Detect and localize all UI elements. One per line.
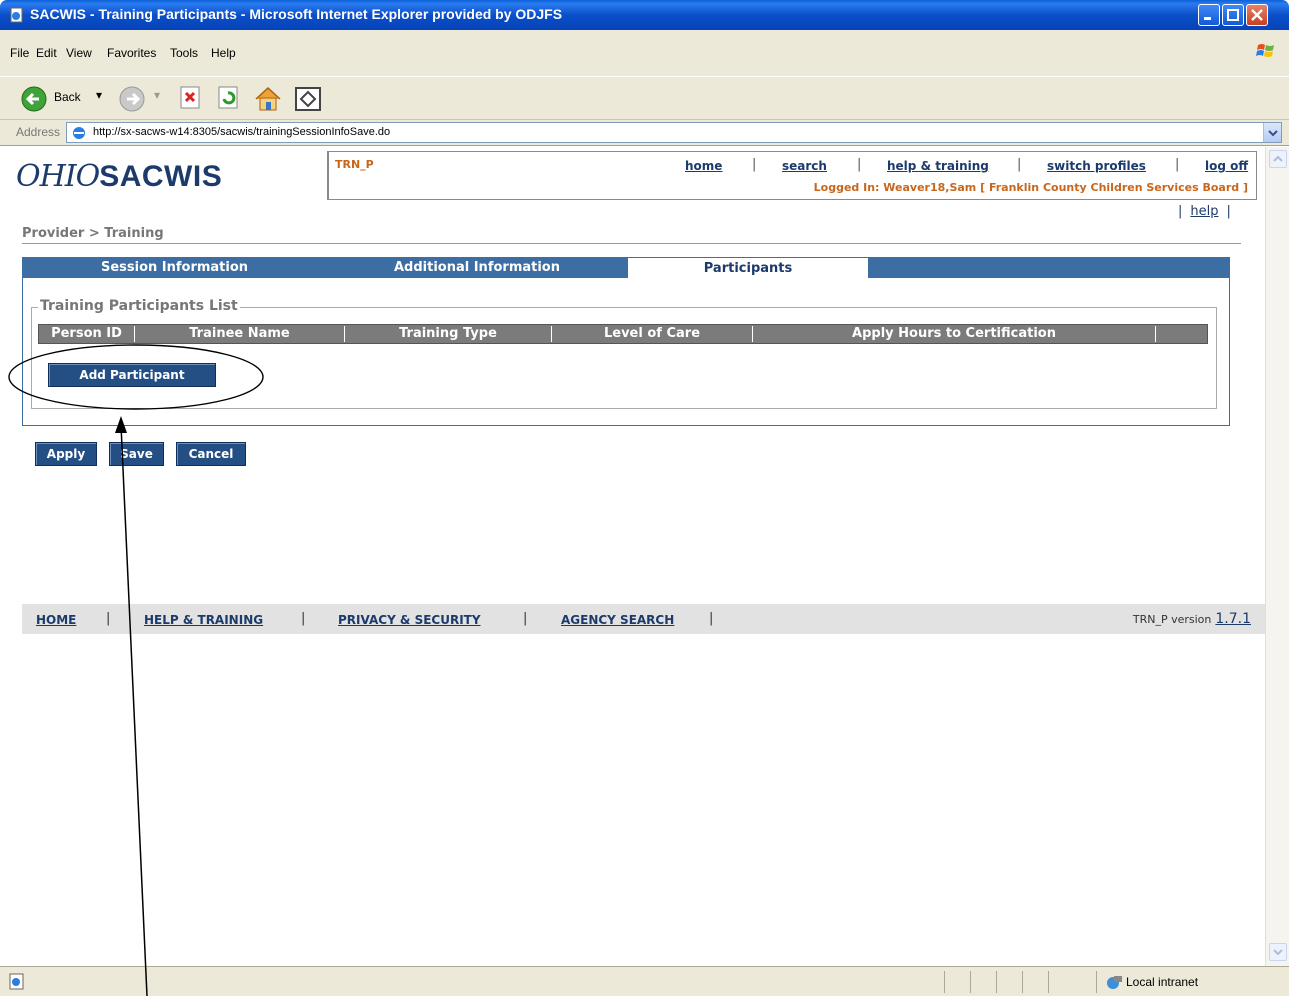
windows-flag-icon [1256, 44, 1274, 57]
menu-help[interactable]: Help [211, 46, 236, 60]
page-help: | help | [1178, 204, 1231, 219]
tab-bar: Session Information Additional Informati… [22, 257, 1230, 278]
footer-help-training-link[interactable]: HELP & TRAINING [144, 613, 263, 627]
vertical-scrollbar[interactable] [1265, 147, 1289, 966]
footer-separator: | [106, 611, 111, 626]
scroll-down-button[interactable] [1269, 943, 1287, 961]
nav-separator: | [1175, 157, 1180, 172]
column-trainee-name[interactable]: Trainee Name [135, 326, 345, 342]
footer-separator: | [523, 611, 528, 626]
breadcrumb-divider [22, 243, 1241, 244]
status-divider [1048, 971, 1049, 993]
menu-file[interactable]: File [10, 46, 29, 60]
column-person-id[interactable]: Person ID [39, 326, 135, 342]
apply-button[interactable]: Apply [35, 442, 97, 466]
nav-separator: | [1017, 157, 1022, 172]
ie-page-icon [73, 127, 85, 139]
local-intranet-icon [1107, 976, 1122, 989]
footer-separator: | [709, 611, 714, 626]
page-viewport: OHIOSACWIS TRN_P home | search | help & … [0, 147, 1265, 966]
status-divider [996, 971, 997, 993]
footer-bar: HOME | HELP & TRAINING | PRIVACY & SECUR… [22, 604, 1265, 634]
back-button-label[interactable]: Back [54, 90, 81, 104]
back-dropdown-icon[interactable]: ▾ [96, 88, 102, 102]
address-input[interactable]: http://sx-sacws-w14:8305/sacwis/training… [66, 122, 1282, 143]
close-button[interactable] [1246, 4, 1268, 26]
header-box: TRN_P home | search | help & training | … [327, 151, 1257, 200]
forward-arrow-icon[interactable] [118, 85, 148, 115]
nav-separator: | [752, 157, 757, 172]
tab-session-information[interactable]: Session Information [22, 257, 327, 278]
participants-table-header: Person ID Trainee Name Training Type Lev… [38, 324, 1208, 344]
window-title: SACWIS - Training Participants - Microso… [30, 6, 563, 22]
back-arrow-icon[interactable] [20, 85, 50, 115]
forward-dropdown-icon[interactable]: ▾ [154, 88, 160, 102]
ie-page-icon [9, 973, 24, 990]
menu-tools[interactable]: Tools [170, 46, 198, 60]
address-bar: Address http://sx-sacws-w14:8305/sacwis/… [0, 120, 1289, 146]
minimize-icon [1204, 17, 1211, 20]
minimize-button[interactable] [1198, 4, 1220, 26]
save-button[interactable]: Save [109, 442, 164, 466]
home-icon[interactable] [253, 85, 283, 113]
breadcrumb: Provider > Training [22, 226, 164, 241]
address-url: http://sx-sacws-w14:8305/sacwis/training… [93, 126, 391, 138]
version-prefix: TRN_P version [1132, 613, 1212, 626]
column-training-type[interactable]: Training Type [345, 326, 552, 342]
cancel-button[interactable]: Cancel [176, 442, 246, 466]
footer-privacy-security-link[interactable]: PRIVACY & SECURITY [338, 613, 481, 627]
tab-participants[interactable]: Participants [628, 258, 868, 278]
column-apply-hours[interactable]: Apply Hours to Certification [753, 326, 1156, 342]
scroll-up-button[interactable] [1269, 150, 1287, 168]
logo-ohio: OHIO [16, 159, 100, 194]
nav-help-training-link[interactable]: help & training [887, 159, 989, 173]
security-zone: Local intranet [1126, 975, 1199, 989]
stop-icon[interactable] [179, 85, 203, 111]
nav-separator: | [857, 157, 862, 172]
menu-bar: File Edit View Favorites Tools Help [0, 30, 1289, 76]
footer-home-link[interactable]: HOME [36, 613, 76, 627]
close-icon [1251, 9, 1263, 21]
version-info: TRN_P version 1.7.1 [1133, 611, 1251, 627]
menu-favorites[interactable]: Favorites [107, 46, 156, 60]
chevron-down-icon [1268, 130, 1278, 137]
tab-additional-information[interactable]: Additional Information [327, 257, 627, 278]
help-link[interactable]: help [1190, 204, 1218, 219]
screen-code: TRN_P [335, 158, 374, 171]
nav-log-off-link[interactable]: log off [1205, 159, 1248, 173]
training-participants-fieldset: Training Participants List Person ID Tra… [31, 298, 1217, 409]
title-bar: SACWIS - Training Participants - Microso… [0, 0, 1289, 30]
browser-toolbar: Back ▾ ▾ [0, 76, 1289, 120]
menu-edit[interactable]: Edit [36, 46, 57, 60]
version-link[interactable]: 1.7.1 [1215, 611, 1251, 627]
logo-sacwis: SACWIS [99, 160, 223, 193]
chevron-up-icon [1273, 155, 1283, 162]
nav-search-link[interactable]: search [782, 159, 827, 173]
chevron-down-icon [1273, 949, 1283, 956]
status-divider [970, 971, 971, 993]
maximize-button[interactable] [1222, 4, 1244, 26]
maximize-icon [1227, 9, 1239, 21]
address-dropdown[interactable] [1263, 123, 1281, 142]
participants-panel: Training Participants List Person ID Tra… [22, 278, 1230, 426]
nav-home-link[interactable]: home [685, 159, 722, 173]
column-level-of-care[interactable]: Level of Care [552, 326, 753, 342]
refresh-icon[interactable] [217, 85, 241, 111]
address-label: Address [16, 125, 61, 139]
add-participant-button[interactable]: Add Participant [48, 363, 216, 387]
footer-agency-search-link[interactable]: AGENCY SEARCH [561, 613, 674, 627]
status-bar: Local intranet [0, 966, 1289, 996]
media-icon[interactable] [294, 85, 324, 113]
ie-page-icon [10, 7, 23, 23]
fieldset-legend: Training Participants List [38, 298, 240, 314]
nav-switch-profiles-link[interactable]: switch profiles [1047, 159, 1146, 173]
menu-view[interactable]: View [66, 46, 92, 60]
footer-separator: | [301, 611, 306, 626]
status-divider [944, 971, 945, 993]
ohio-sacwis-logo[interactable]: OHIOSACWIS [16, 159, 222, 194]
status-divider [1022, 971, 1023, 993]
status-divider [1096, 971, 1097, 993]
logged-in-info: Logged In: Weaver18,Sam [ Franklin Count… [813, 181, 1248, 194]
